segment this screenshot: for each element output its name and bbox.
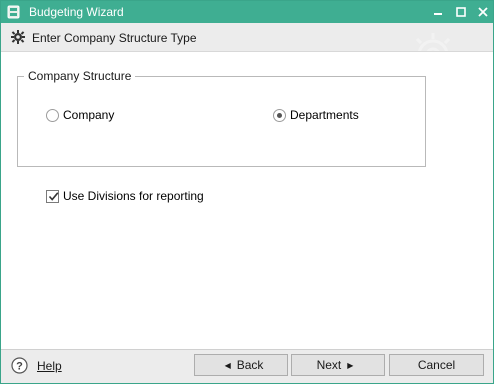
back-button-label: Back	[236, 358, 264, 372]
help-icon[interactable]: ?	[11, 357, 28, 374]
step-header: Enter Company Structure Type	[1, 23, 493, 52]
departments-radio[interactable]: Departments	[273, 108, 359, 122]
departments-radio-indicator[interactable]	[273, 108, 286, 122]
back-button[interactable]: ◀ Back	[194, 354, 288, 376]
budgeting-wizard-window: Budgeting Wizard Enter Company Structure…	[0, 0, 494, 384]
use-divisions-checkbox-box[interactable]	[46, 189, 59, 203]
wizard-footer: ? Help ◀ Back Next ▶ Cancel	[1, 349, 493, 383]
company-radio-label: Company	[63, 108, 115, 122]
gear-icon	[11, 30, 25, 44]
company-structure-legend: Company Structure	[24, 69, 136, 83]
company-radio-indicator[interactable]	[46, 108, 59, 122]
title-bar[interactable]: Budgeting Wizard	[1, 1, 493, 23]
back-arrow-icon: ◀	[224, 360, 231, 370]
departments-radio-label: Departments	[290, 108, 359, 122]
app-icon	[7, 5, 20, 19]
next-button[interactable]: Next ▶	[291, 354, 385, 376]
next-button-label: Next	[316, 358, 342, 372]
next-arrow-icon: ▶	[347, 360, 354, 370]
cancel-button[interactable]: Cancel	[389, 354, 484, 376]
window-title: Budgeting Wizard	[29, 5, 124, 19]
cancel-button-label: Cancel	[417, 358, 456, 372]
maximize-button[interactable]	[450, 1, 472, 23]
step-title: Enter Company Structure Type	[32, 31, 197, 45]
gear-watermark-icon	[405, 27, 465, 51]
checkmark-icon	[48, 191, 59, 201]
company-radio[interactable]: Company	[46, 108, 114, 122]
close-button[interactable]	[472, 1, 493, 23]
use-divisions-checkbox[interactable]: Use Divisions for reporting	[46, 189, 204, 203]
svg-text:?: ?	[16, 361, 23, 373]
minimize-button[interactable]	[427, 1, 449, 23]
help-link[interactable]: Help	[37, 359, 62, 373]
use-divisions-label: Use Divisions for reporting	[63, 189, 204, 203]
company-structure-group: Company Structure Company Departments	[17, 69, 426, 167]
